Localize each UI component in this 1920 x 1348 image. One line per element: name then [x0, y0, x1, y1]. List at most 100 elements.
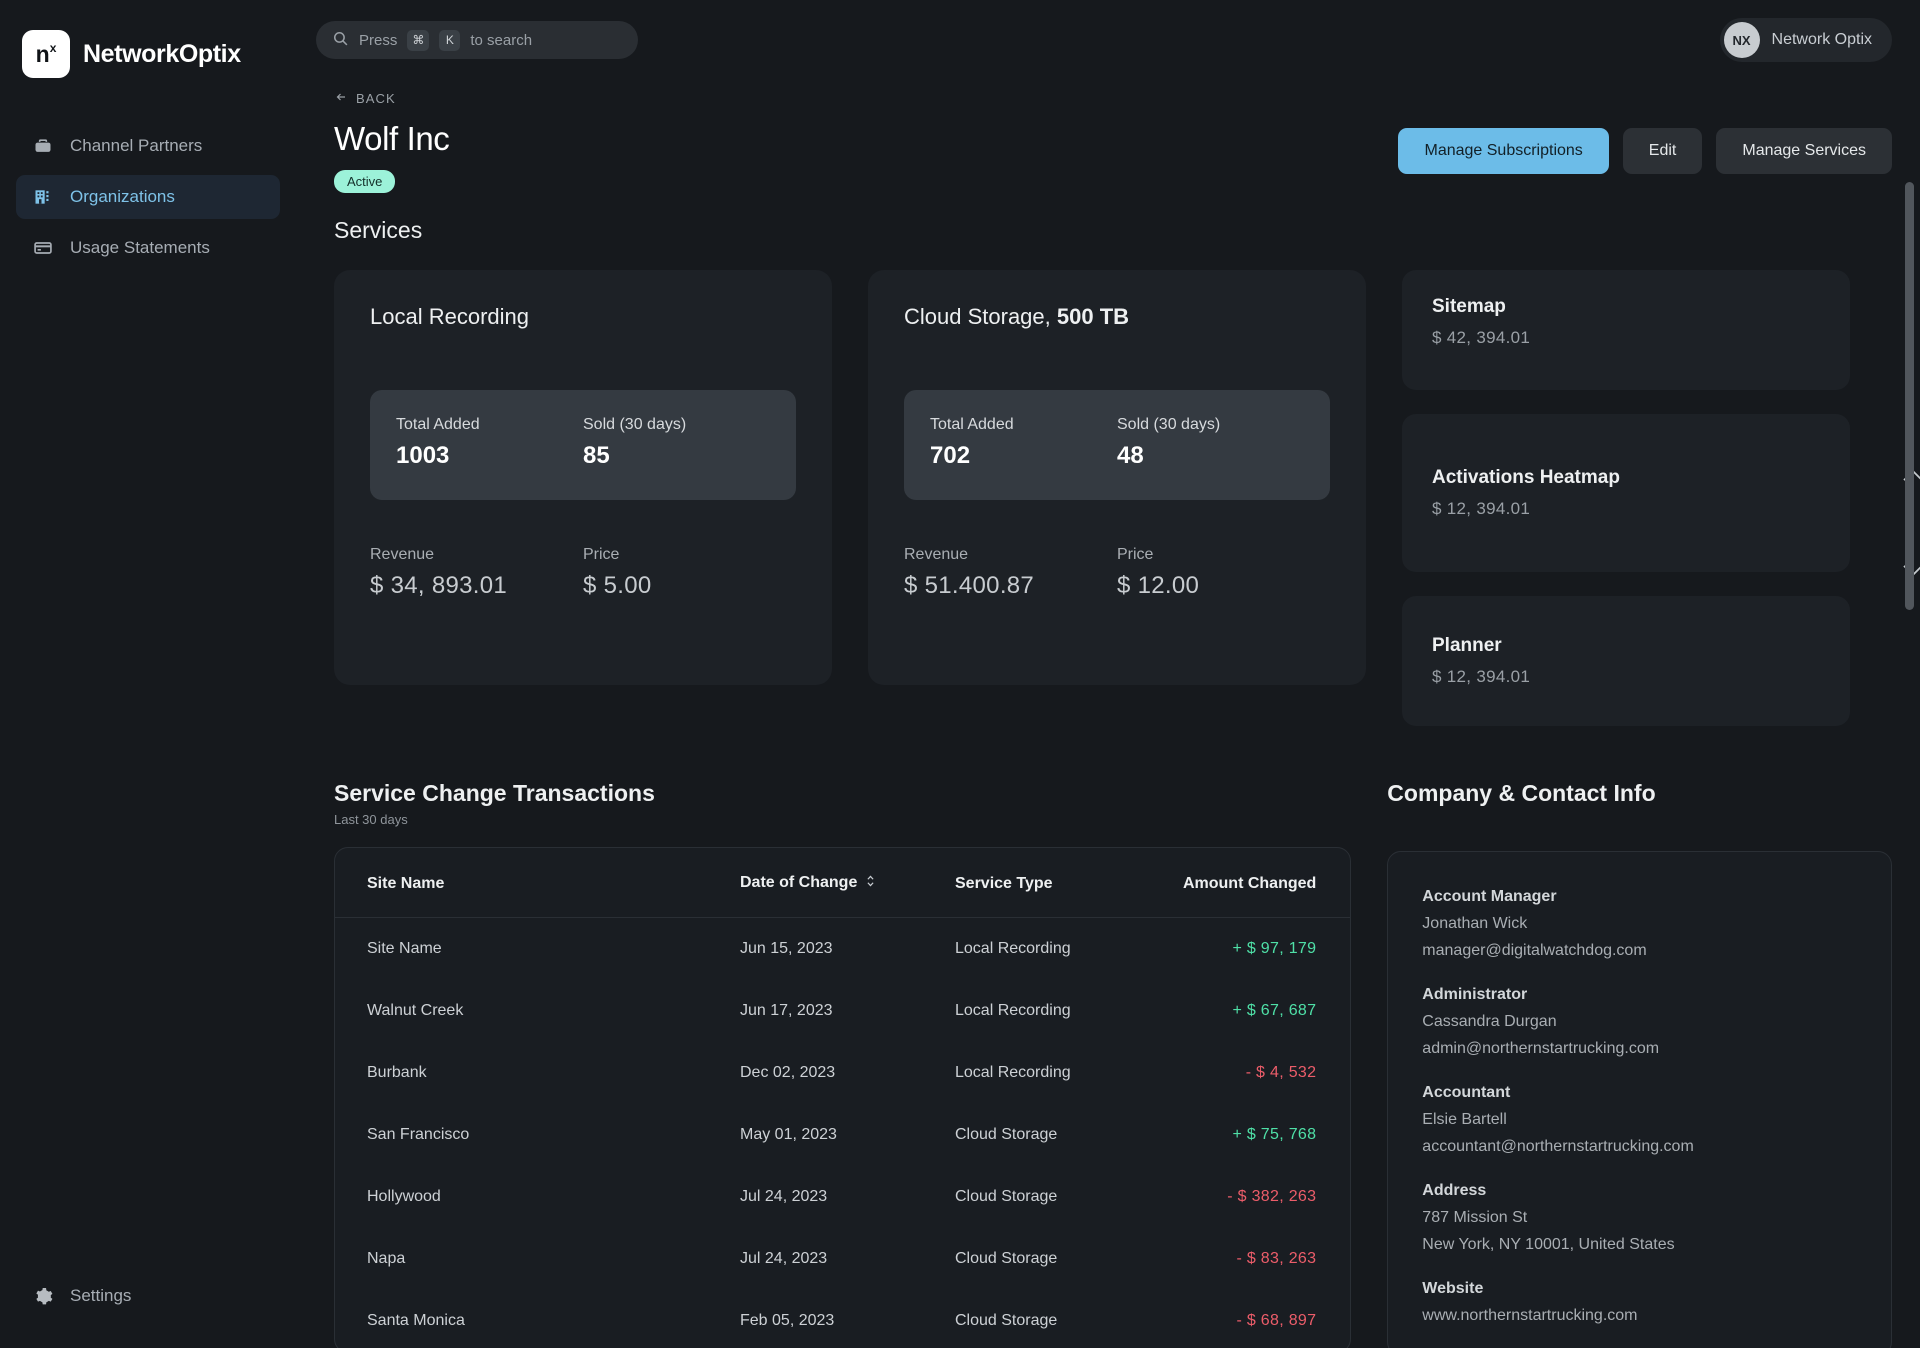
table-row[interactable]: Napa Jul 24, 2023 Cloud Storage - $ 83, 263: [335, 1228, 1350, 1290]
briefcase-icon: [32, 135, 54, 157]
cell-date: Feb 05, 2023: [740, 1312, 835, 1329]
search-key-cmd: ⌘: [407, 29, 430, 51]
stat-label: Sold (30 days): [1117, 416, 1221, 433]
stat-label: Total Added: [396, 416, 480, 433]
info-value-email[interactable]: accountant@northernstartrucking.com: [1422, 1138, 1857, 1156]
cell-site-name: Napa: [367, 1250, 406, 1267]
lower-section: Service Change Transactions Last 30 days…: [334, 780, 1892, 1348]
sidebar-item-settings[interactable]: Settings: [16, 1274, 280, 1318]
table-header-row: Site Name Date of Change Service Type Am…: [335, 848, 1351, 918]
service-mini-card-planner[interactable]: Planner $ 12, 394.01: [1402, 596, 1850, 726]
column-label: Date of Change: [740, 874, 858, 891]
search-prefix: Press: [359, 31, 398, 49]
sidebar-footer: Settings: [0, 1274, 296, 1348]
cell-site-name: Walnut Creek: [367, 1002, 464, 1019]
info-label: Account Manager: [1422, 888, 1557, 905]
user-menu[interactable]: NX Network Optix: [1719, 18, 1892, 62]
mini-card-price: $ 42, 394.01: [1432, 328, 1531, 347]
cell-site-name: Hollywood: [367, 1188, 441, 1205]
info-value-website[interactable]: www.northernstartrucking.com: [1422, 1307, 1857, 1325]
sidebar-item-label: Settings: [70, 1286, 132, 1305]
manage-services-button[interactable]: Manage Services: [1716, 128, 1892, 174]
cell-amount: - $ 4, 532: [1245, 1064, 1317, 1081]
cell-amount: + $ 67, 687: [1232, 1002, 1317, 1019]
sidebar-nav: Channel Partners Organizations Usage Sta…: [0, 124, 296, 270]
info-value: Jonathan Wick: [1422, 915, 1528, 932]
column-site-name: Site Name: [335, 848, 740, 918]
company-info-card: Account Manager Jonathan Wick manager@di…: [1387, 851, 1892, 1348]
service-mini-card-activations-heatmap[interactable]: Activations Heatmap $ 12, 394.01: [1402, 414, 1850, 572]
stat-revenue: Revenue $ 51.400.87: [904, 546, 1117, 600]
cell-date: Dec 02, 2023: [740, 1064, 836, 1081]
info-value-email[interactable]: manager@digitalwatchdog.com: [1422, 942, 1857, 960]
sidebar-item-label: Usage Statements: [70, 238, 210, 257]
stat-value: $ 34, 893.01: [370, 572, 508, 599]
status-badge: Active: [334, 170, 396, 193]
stat-label: Price: [583, 546, 620, 563]
table-row[interactable]: Santa Monica Feb 05, 2023 Cloud Storage - $…: [335, 1290, 1350, 1348]
sort-icon[interactable]: [865, 874, 876, 893]
service-stats: Total Added 1003 Sold (30 days) 85: [370, 390, 796, 500]
cell-amount: - $ 83, 263: [1236, 1250, 1317, 1267]
cell-service-type: Cloud Storage: [955, 1312, 1058, 1329]
stat-label: Price: [1117, 546, 1154, 563]
brand-logo-letter: n: [35, 40, 50, 67]
sidebar-item-channel-partners[interactable]: Channel Partners: [16, 124, 280, 168]
back-button[interactable]: BACK: [334, 91, 396, 106]
manage-subscriptions-button[interactable]: Manage Subscriptions: [1398, 128, 1609, 174]
page-header: Wolf Inc Active Manage Subscriptions Edi…: [334, 120, 1892, 193]
service-card-cloud-storage[interactable]: Cloud Storage, 500 TB Total Added 702 So…: [868, 270, 1366, 685]
header-actions: Manage Subscriptions Edit Manage Service…: [1398, 120, 1892, 174]
service-footer: Revenue $ 51.400.87 Price $ 12.00: [904, 546, 1330, 600]
brand-logo-sup: x: [49, 41, 57, 55]
service-footer: Revenue $ 34, 893.01 Price $ 5.00: [370, 546, 796, 600]
edit-button[interactable]: Edit: [1622, 128, 1703, 174]
info-group-administrator: Administrator Cassandra Durgan admin@nor…: [1422, 986, 1857, 1058]
info-label: Website: [1422, 1280, 1484, 1297]
service-mini-card-sitemap[interactable]: Sitemap $ 42, 394.01: [1402, 270, 1850, 390]
column-date-of-change[interactable]: Date of Change: [740, 848, 955, 918]
mini-card-title: Sitemap: [1432, 296, 1506, 317]
table-row[interactable]: Walnut Creek Jun 17, 2023 Local Recording +…: [335, 980, 1350, 1042]
company-info-title: Company & Contact Info: [1387, 780, 1656, 806]
stat-label: Revenue: [904, 546, 969, 563]
stat-label: Revenue: [370, 546, 435, 563]
search-key-k: K: [439, 29, 461, 51]
page-scrollbar[interactable]: [1905, 182, 1914, 610]
stat-total-added: Total Added 702: [930, 416, 1117, 470]
table-row[interactable]: Site Name Jun 15, 2023 Local Recording + $ …: [335, 918, 1350, 981]
cell-site-name: San Francisco: [367, 1126, 470, 1143]
cell-service-type: Local Recording: [955, 1064, 1071, 1081]
info-value-email[interactable]: admin@northernstartrucking.com: [1422, 1040, 1857, 1058]
brand[interactable]: nx NetworkOptix: [0, 0, 296, 86]
cell-site-name: Burbank: [367, 1064, 427, 1081]
sidebar-item-usage-statements[interactable]: Usage Statements: [16, 226, 280, 270]
table-row[interactable]: Hollywood Jul 24, 2023 Cloud Storage - $ 38…: [335, 1166, 1350, 1228]
service-card-title: Local Recording: [370, 304, 796, 330]
cell-date: May 01, 2023: [740, 1126, 837, 1143]
search-input[interactable]: Press ⌘ K to search: [316, 21, 638, 59]
cell-amount: + $ 97, 179: [1232, 940, 1317, 957]
stat-value: 48: [1117, 442, 1144, 469]
card-icon: [32, 237, 54, 259]
service-card-name: Local Recording: [370, 304, 529, 329]
transactions-column: Service Change Transactions Last 30 days…: [334, 780, 1352, 1348]
brand-logo-icon: nx: [22, 30, 70, 78]
service-card-local-recording[interactable]: Local Recording Total Added 1003 Sold (3…: [334, 270, 832, 685]
stat-price: Price $ 5.00: [583, 546, 796, 600]
info-value: 787 Mission St: [1422, 1209, 1528, 1226]
table-row[interactable]: San Francisco May 01, 2023 Cloud Storage + …: [335, 1104, 1350, 1166]
sidebar-item-label: Organizations: [70, 187, 175, 206]
info-label: Accountant: [1422, 1084, 1511, 1101]
mini-card-title: Activations Heatmap: [1432, 467, 1620, 488]
sidebar-item-organizations[interactable]: Organizations: [16, 175, 280, 219]
brand-name: NetworkOptix: [83, 39, 241, 68]
stat-value: 85: [583, 442, 610, 469]
sidebar: nx NetworkOptix Channel Partners Organiz…: [0, 0, 296, 1348]
table-row[interactable]: Burbank Dec 02, 2023 Local Recording - $ 4,…: [335, 1042, 1350, 1104]
info-group-accountant: Accountant Elsie Bartell accountant@nort…: [1422, 1084, 1857, 1156]
cell-site-name: Site Name: [367, 940, 442, 957]
topbar: Press ⌘ K to search NX Network Optix: [296, 0, 1920, 80]
stat-value: 702: [930, 442, 971, 469]
page-title: Wolf Inc: [334, 120, 450, 157]
